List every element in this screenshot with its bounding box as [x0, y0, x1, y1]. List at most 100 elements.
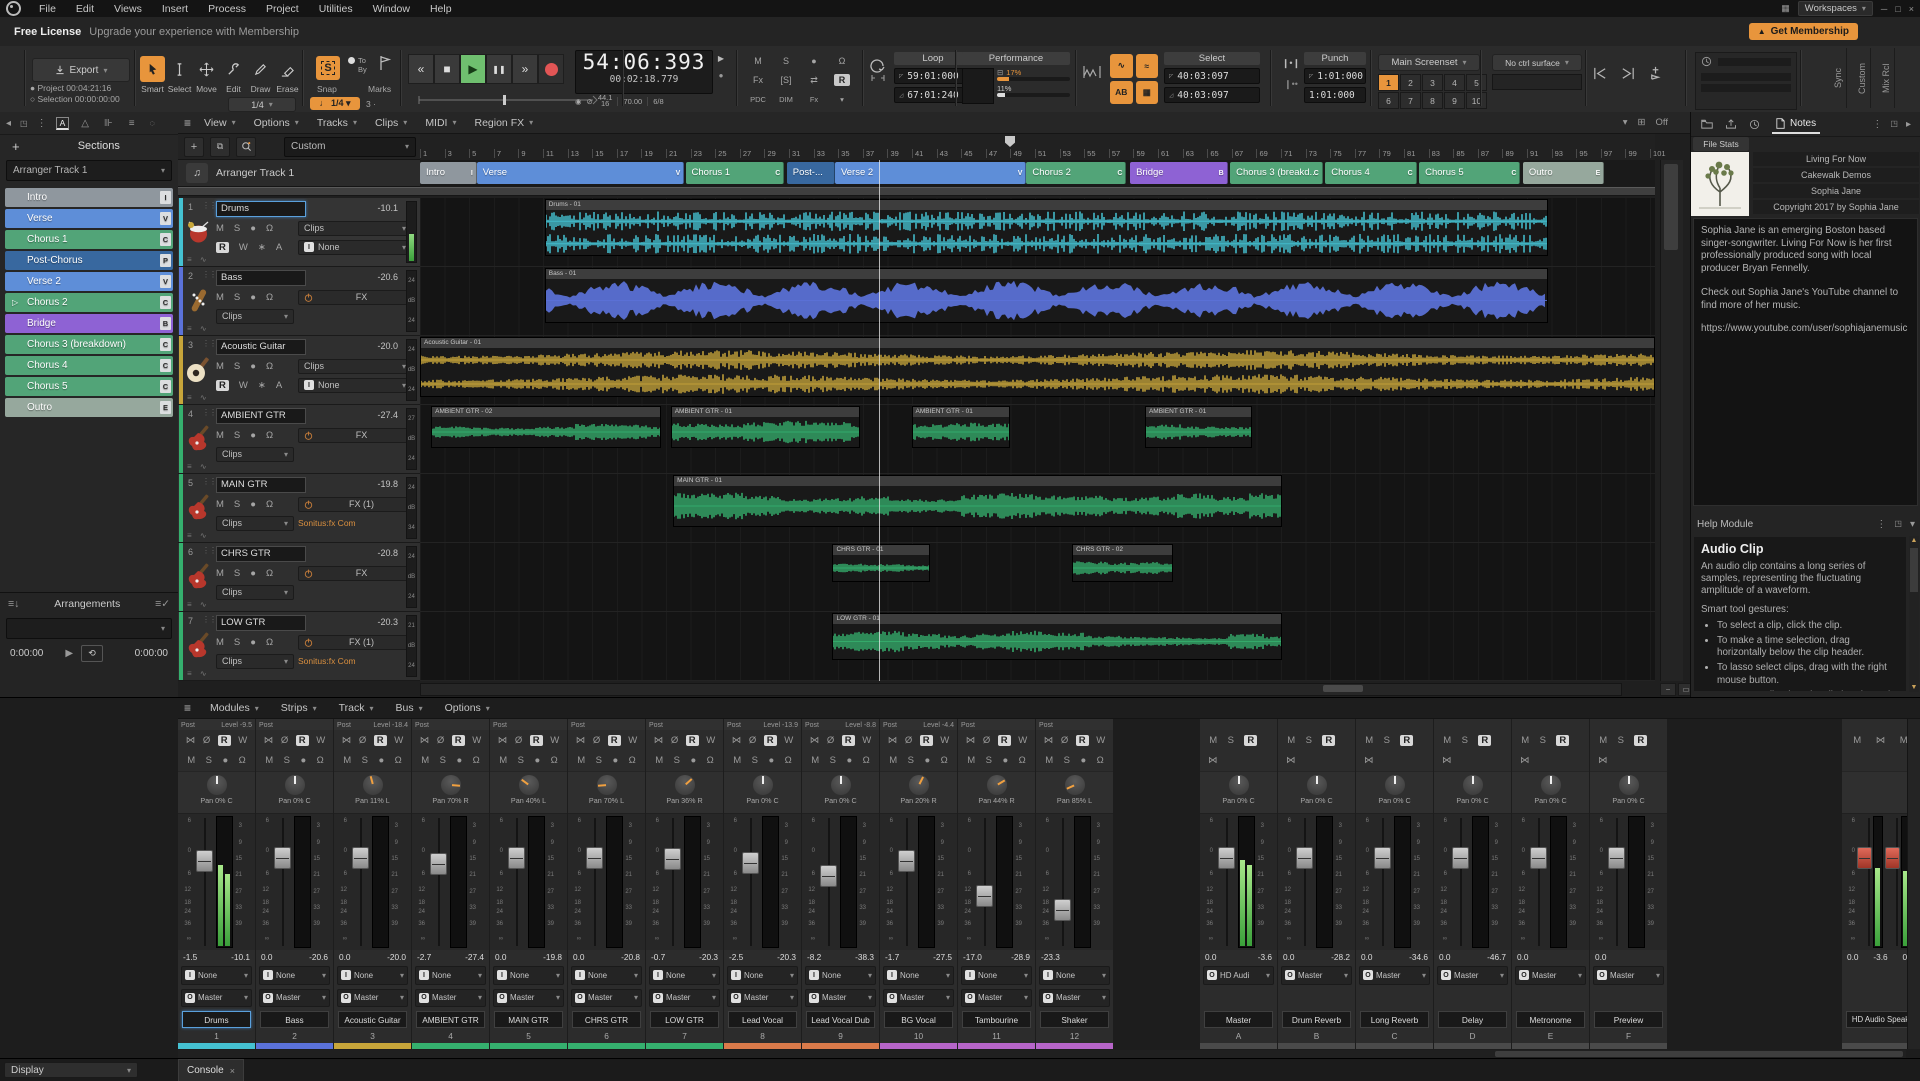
punch-in-icon[interactable]: ❙•❙ [1282, 58, 1300, 69]
write-button[interactable]: W [316, 735, 325, 746]
console-strip-lead-vocal-dub[interactable]: PostLevel -8.8⋈ØRWMS●ΩPan 0% C6061218243… [802, 719, 879, 1049]
select-clip-button[interactable]: ≈ [1136, 54, 1159, 78]
screenset-1[interactable]: 1 [1378, 74, 1399, 91]
pan-knob[interactable] [363, 775, 383, 795]
fader-handle[interactable] [817, 814, 840, 950]
write-button[interactable]: W [238, 735, 247, 746]
mini-record-icon[interactable]: ● [719, 71, 724, 80]
lane-icons[interactable]: ≡ ∿ [187, 669, 210, 678]
fader-handle[interactable] [505, 814, 528, 950]
fader-handle[interactable] [1371, 814, 1394, 950]
write-button[interactable]: W [394, 735, 403, 746]
interleave-button[interactable]: ⋈ [654, 735, 664, 746]
lane-icons[interactable]: ≡ ∿ [187, 600, 210, 609]
mute-button[interactable]: M [733, 755, 741, 766]
track-name-input[interactable]: AMBIENT GTR [216, 408, 306, 424]
export-icon[interactable] [1725, 119, 1737, 129]
record-arm-button[interactable]: ● [222, 755, 228, 766]
audio-clip[interactable]: AMBIENT GTR - 01 [1145, 406, 1252, 448]
audio-clip[interactable]: LOW GTR - 01 [832, 613, 1282, 660]
input-selector[interactable]: INone▾ [883, 966, 954, 985]
record-arm-button[interactable]: ● [800, 56, 828, 66]
menu-views[interactable]: Views [104, 3, 152, 15]
arranger-track-header[interactable]: ♫ Arranger Track 1 [178, 160, 420, 187]
arranger-section-bridge[interactable]: BridgeB [1130, 162, 1228, 184]
rewind-button[interactable]: « [408, 54, 434, 84]
mute-button[interactable]: M [216, 430, 224, 441]
arranger-section-verse[interactable]: VerseV [477, 162, 684, 184]
fader-section[interactable]: 60612182436∞391521273339 [568, 814, 645, 950]
track-lane-5[interactable]: MAIN GTR - 01 [420, 474, 1655, 543]
console-strip-ambient-gtr[interactable]: Post⋈ØRWMS●ΩPan 70% R60612182436∞3915212… [412, 719, 489, 1049]
pan-knob[interactable] [1463, 775, 1483, 795]
fader-section[interactable]: 60612182436∞391521273339 [334, 814, 411, 950]
output-selector[interactable]: OMaster▾ [1039, 989, 1110, 1008]
solo-button[interactable]: S [674, 755, 680, 766]
strip-name[interactable]: Delay [1438, 1011, 1507, 1028]
snap-toggle-button[interactable]: S [316, 56, 340, 80]
record-arm-button[interactable]: ● [768, 755, 774, 766]
read-automation-button[interactable]: R [828, 75, 856, 85]
draw-resolution-dropdown[interactable]: 1/4▾ [228, 97, 296, 112]
console-bus-drum-reverb[interactable]: MSR⋈Pan 0% C60612182436∞3915212733390.0-… [1278, 719, 1355, 1049]
menu-process[interactable]: Process [198, 3, 256, 15]
phase-button[interactable]: Ø [437, 735, 444, 746]
screenset-4[interactable]: 4 [1444, 74, 1465, 91]
horizontal-scrollbar[interactable] [420, 683, 1622, 696]
prev-marker-button[interactable] [1592, 64, 1608, 82]
output-selector[interactable]: OMaster▾ [493, 989, 564, 1008]
audio-clip[interactable]: AMBIENT GTR - 01 [671, 406, 860, 448]
post-level-row[interactable]: Post [568, 719, 645, 730]
pan-control[interactable]: Pan 0% C [1512, 771, 1589, 813]
phase-button[interactable]: Ø [905, 735, 912, 746]
pdc-button[interactable]: PDC [744, 95, 772, 104]
record-arm-button[interactable]: ● [300, 755, 306, 766]
forward-button[interactable]: » [512, 54, 538, 84]
tool-draw-button[interactable] [248, 56, 273, 82]
arrangement-play-button[interactable]: ▶ [65, 648, 73, 659]
kebab-icon[interactable]: ⋮ [1876, 519, 1886, 530]
console-strip-bass[interactable]: Post⋈ØRWMS●ΩPan 0% C60612182436∞39152127… [256, 719, 333, 1049]
aim-assist-off[interactable]: Off [1656, 117, 1669, 128]
fader-section[interactable]: 60612182436∞391521273339 [802, 814, 879, 950]
timeline-ruler[interactable]: 1357911131517192123252729313335373941434… [420, 134, 1655, 161]
solo-button[interactable]: S [1228, 735, 1234, 746]
strip-name[interactable]: AMBIENT GTR [416, 1011, 485, 1028]
mute-button[interactable]: M [1365, 735, 1373, 746]
pan-knob[interactable] [597, 775, 617, 795]
maximize-button[interactable]: □ [1895, 4, 1900, 14]
section-item-bridge[interactable]: BridgeB [5, 314, 173, 333]
solo-button[interactable]: S [772, 56, 800, 66]
record-arm-button[interactable]: ● [250, 568, 256, 579]
lane-icons[interactable]: ≡ ∿ [187, 255, 210, 264]
section-item-chorus-3-breakdown-[interactable]: Chorus 3 (breakdown)C [5, 335, 173, 354]
phase-button[interactable]: Ø [983, 735, 990, 746]
post-level-row[interactable]: Post [256, 719, 333, 730]
sync-button[interactable]: ∗ [258, 380, 266, 391]
console-bus-metronome[interactable]: MSR⋈Pan 0% C60612182436∞3915212733390.0O… [1512, 719, 1589, 1049]
output-selector[interactable]: OMaster▾ [1593, 966, 1664, 985]
mute-button[interactable]: M [1521, 735, 1529, 746]
pan-knob[interactable] [831, 775, 851, 795]
audio-clip[interactable]: MAIN GTR - 01 [673, 475, 1282, 527]
collapse-icon[interactable]: ▾ [1910, 519, 1915, 530]
fx-rack-button[interactable]: Fx [800, 95, 828, 104]
track-header-chrs-gtr[interactable]: 6⋮⋮⋮CHRS GTR-20.8▴MS●ΩFXClips▾≡ ∿24dB24 [178, 543, 420, 612]
minimize-panel-icon[interactable]: ▾ [1623, 117, 1628, 128]
record-arm-button[interactable]: ● [250, 223, 256, 234]
read-button[interactable]: R [686, 735, 699, 746]
track-header-acoustic-guitar[interactable]: 3⋮⋮⋮Acoustic Guitar-20.0▴MS●ΩClips▾RW∗AI… [178, 336, 420, 405]
phase-button[interactable]: Ø [1061, 735, 1068, 746]
track-name-input[interactable]: Bass [216, 270, 306, 286]
strip-name[interactable]: MAIN GTR [494, 1011, 563, 1028]
track-volume[interactable]: -19.8 [377, 479, 398, 489]
post-level-row[interactable]: Post [646, 719, 723, 730]
lane-icons[interactable]: ≡ ∿ [187, 462, 210, 471]
track-header-low-gtr[interactable]: 7⋮⋮⋮LOW GTR-20.3▴MS●ΩFX (1)Clips▾Sonitus… [178, 612, 420, 681]
phones-button[interactable]: Ω [941, 755, 948, 766]
pan-control[interactable]: Pan 44% R [958, 771, 1035, 813]
section-item-chorus-1[interactable]: Chorus 1C [5, 230, 173, 249]
fader-handle[interactable] [271, 814, 294, 950]
output-selector[interactable]: OMaster▾ [259, 989, 330, 1008]
clips-dropdown[interactable]: Clips▾ [216, 654, 294, 669]
